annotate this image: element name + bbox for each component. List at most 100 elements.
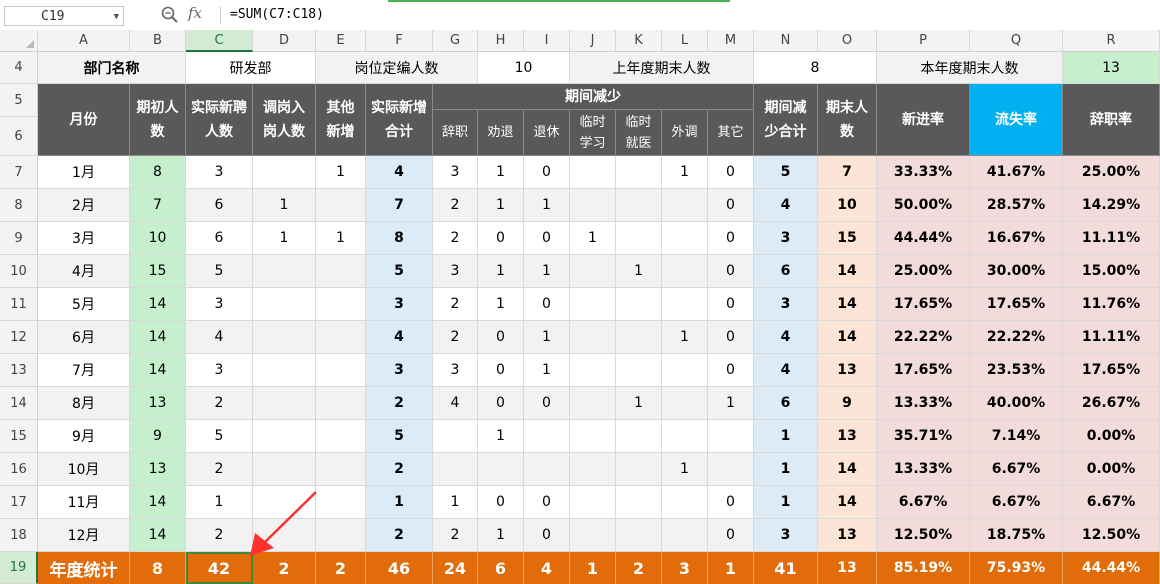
table-cell[interactable]: 0 [478, 321, 524, 354]
table-cell[interactable]: 0 [524, 387, 570, 420]
totals-cell[interactable]: 13 [818, 552, 877, 584]
table-cell[interactable]: 3 [754, 519, 818, 552]
table-cell[interactable]: 1 [662, 156, 708, 189]
table-cell[interactable]: 4 [186, 321, 253, 354]
table-cell[interactable]: 2 [433, 519, 478, 552]
table-cell[interactable] [662, 354, 708, 387]
table-cell[interactable]: 6 [754, 387, 818, 420]
table-cell[interactable]: 2 [433, 222, 478, 255]
table-cell[interactable]: 0 [708, 189, 754, 222]
table-cell[interactable]: 6.67% [1063, 486, 1160, 519]
totals-cell[interactable]: 8 [130, 552, 186, 584]
zoom-icon[interactable] [160, 5, 180, 25]
table-cell[interactable]: 0 [478, 222, 524, 255]
table-cell[interactable]: 2 [186, 387, 253, 420]
table-cell[interactable]: 2 [366, 519, 433, 552]
table-cell[interactable]: 13 [818, 519, 877, 552]
table-cell[interactable] [616, 321, 662, 354]
table-cell[interactable] [662, 222, 708, 255]
table-cell[interactable]: 3 [433, 255, 478, 288]
table-cell[interactable]: 11.11% [1063, 321, 1160, 354]
table-cell[interactable]: 25.00% [877, 255, 970, 288]
table-cell[interactable]: 1 [708, 387, 754, 420]
prev-year-value[interactable]: 8 [754, 52, 877, 84]
name-box[interactable]: C19 ▼ [4, 6, 124, 26]
table-cell[interactable]: 13 [130, 387, 186, 420]
table-cell[interactable] [616, 189, 662, 222]
totals-cell[interactable]: 1 [570, 552, 616, 584]
table-cell[interactable] [662, 420, 708, 453]
table-cell[interactable]: 0 [708, 321, 754, 354]
column-header[interactable]: C [186, 30, 253, 52]
table-cell[interactable]: 14 [818, 453, 877, 486]
table-cell[interactable]: 9 [130, 420, 186, 453]
table-cell[interactable]: 13 [818, 420, 877, 453]
table-cell[interactable]: 0 [524, 486, 570, 519]
table-cell[interactable]: 14 [130, 486, 186, 519]
totals-cell[interactable]: 24 [433, 552, 478, 584]
column-header[interactable]: K [616, 30, 662, 52]
table-cell[interactable]: 6 [186, 222, 253, 255]
table-cell[interactable]: 6月 [38, 321, 130, 354]
table-cell[interactable]: 5 [366, 420, 433, 453]
table-cell[interactable] [570, 519, 616, 552]
table-cell[interactable]: 7.14% [970, 420, 1063, 453]
table-cell[interactable]: 12.50% [877, 519, 970, 552]
totals-cell[interactable]: 2 [616, 552, 662, 584]
table-cell[interactable]: 0 [478, 354, 524, 387]
table-cell[interactable] [662, 519, 708, 552]
column-header[interactable]: R [1063, 30, 1160, 52]
column-header[interactable]: A [38, 30, 130, 52]
table-cell[interactable]: 17.65% [877, 354, 970, 387]
table-cell[interactable]: 1 [253, 222, 316, 255]
table-cell[interactable] [316, 387, 366, 420]
table-cell[interactable]: 1 [524, 189, 570, 222]
table-cell[interactable] [316, 189, 366, 222]
table-cell[interactable]: 1 [524, 255, 570, 288]
table-cell[interactable] [433, 420, 478, 453]
table-cell[interactable]: 3 [366, 288, 433, 321]
totals-cell[interactable]: 1 [708, 552, 754, 584]
table-cell[interactable]: 35.71% [877, 420, 970, 453]
table-cell[interactable]: 1 [478, 255, 524, 288]
column-header[interactable]: Q [970, 30, 1063, 52]
table-cell[interactable]: 3 [186, 156, 253, 189]
totals-cell[interactable]: 44.44% [1063, 552, 1160, 584]
table-cell[interactable] [570, 189, 616, 222]
table-cell[interactable]: 2 [433, 288, 478, 321]
table-cell[interactable]: 15 [818, 222, 877, 255]
column-header[interactable]: I [524, 30, 570, 52]
fx-label[interactable]: fx [188, 4, 202, 22]
table-cell[interactable]: 1 [316, 222, 366, 255]
table-cell[interactable]: 1 [478, 156, 524, 189]
table-cell[interactable]: 18.75% [970, 519, 1063, 552]
table-cell[interactable] [570, 453, 616, 486]
table-cell[interactable]: 8 [130, 156, 186, 189]
table-cell[interactable]: 33.33% [877, 156, 970, 189]
table-cell[interactable]: 2 [366, 453, 433, 486]
table-cell[interactable]: 1 [478, 288, 524, 321]
table-cell[interactable]: 6.67% [970, 486, 1063, 519]
table-cell[interactable]: 4 [366, 156, 433, 189]
table-cell[interactable]: 4 [433, 387, 478, 420]
table-cell[interactable]: 4 [754, 321, 818, 354]
table-cell[interactable]: 13.33% [877, 453, 970, 486]
row-header[interactable]: 6 [0, 117, 38, 156]
row-header[interactable]: 15 [0, 420, 38, 453]
curr-year-label[interactable]: 本年度期末人数 [877, 52, 1063, 84]
table-cell[interactable]: 7 [130, 189, 186, 222]
table-cell[interactable]: 14 [130, 321, 186, 354]
table-cell[interactable]: 3 [186, 354, 253, 387]
table-cell[interactable]: 1 [478, 420, 524, 453]
table-cell[interactable]: 15 [130, 255, 186, 288]
table-cell[interactable]: 13.33% [877, 387, 970, 420]
row-header[interactable]: 16 [0, 453, 38, 486]
table-cell[interactable]: 10月 [38, 453, 130, 486]
table-cell[interactable]: 3 [754, 222, 818, 255]
select-all-corner[interactable] [0, 30, 38, 52]
table-cell[interactable]: 14 [818, 288, 877, 321]
table-cell[interactable]: 6.67% [877, 486, 970, 519]
table-cell[interactable] [662, 255, 708, 288]
table-cell[interactable]: 14.29% [1063, 189, 1160, 222]
table-cell[interactable] [253, 255, 316, 288]
